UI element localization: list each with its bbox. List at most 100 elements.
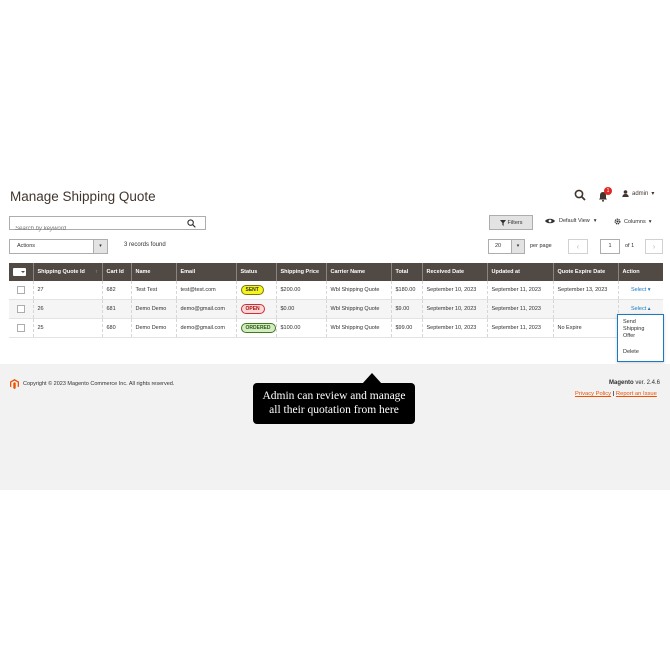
funnel-icon (499, 219, 506, 226)
cell-total: $99.00 (390, 318, 422, 338)
cell-status: SENT (235, 281, 276, 300)
status-badge: ORDERED (240, 323, 276, 333)
per-page-select[interactable]: 20 ▾ (488, 239, 525, 254)
col-status[interactable]: Status (235, 263, 276, 281)
cell-status: ORDERED (235, 318, 276, 338)
col-name[interactable]: Name (130, 263, 176, 281)
row-checkbox-cell[interactable] (9, 281, 33, 300)
row-checkbox[interactable] (17, 305, 25, 313)
row-checkbox[interactable] (17, 286, 25, 294)
col-received-date[interactable]: Received Date (421, 263, 487, 281)
cell-action: Select ▾ (617, 281, 663, 300)
cell-email: demo@gmail.com (175, 318, 236, 338)
previous-page-button[interactable]: ‹ (568, 239, 588, 254)
page-number-input[interactable]: 1 (600, 239, 620, 254)
footer-links: Privacy Policy | Report an Issue (575, 391, 657, 397)
row-checkbox-cell[interactable] (9, 299, 33, 319)
row-action-select[interactable]: Select ▴ (631, 306, 651, 312)
gear-icon (614, 218, 621, 225)
cell-received: September 10, 2023 (421, 281, 487, 300)
cell-updated: September 11, 2023 (486, 281, 553, 300)
cell-carrier: Wbl Shipping Quote (325, 299, 391, 319)
version-info: Magento ver. 2.4.6 (609, 380, 660, 386)
version-text: ver. 2.4.6 (633, 380, 661, 386)
filters-label: Filters (507, 219, 523, 226)
cell-received: September 10, 2023 (421, 299, 487, 319)
col-shipping-price[interactable]: Shipping Price (275, 263, 326, 281)
next-page-button[interactable]: › (645, 239, 663, 254)
cell-cart-id: 682 (101, 281, 131, 300)
cell-total: $9.00 (390, 299, 422, 319)
page-total: of 1 (625, 243, 635, 249)
default-view-dropdown[interactable]: Default View ▾ (545, 218, 597, 224)
cell-cart-id: 680 (101, 318, 131, 338)
search-icon[interactable] (574, 189, 586, 201)
cell-updated: September 11, 2023 (486, 299, 553, 319)
row-action-select[interactable]: Select ▾ (631, 287, 651, 293)
brand-name: Magento (609, 380, 634, 386)
keyword-search[interactable] (9, 216, 206, 235)
cell-email: test@test.com (175, 281, 236, 300)
col-action: Action (617, 263, 663, 281)
callout-box: Admin can review and manage all their qu… (253, 383, 415, 424)
menu-item-label: Send (623, 319, 636, 325)
search-input[interactable] (10, 223, 175, 235)
shipping-quote-grid: Shipping Quote Id ↑ Cart Id Name Email St… (9, 263, 663, 338)
sort-asc-icon: ↑ (95, 269, 98, 275)
status-badge: SENT (240, 285, 264, 295)
cell-expire: No Expire (552, 318, 618, 338)
report-issue-link[interactable]: Report an Issue (616, 391, 657, 397)
cell-quote-id: 27 (32, 281, 102, 300)
col-carrier-name[interactable]: Carrier Name (325, 263, 391, 281)
magento-logo-icon (10, 379, 19, 389)
cell-expire (552, 299, 618, 319)
menu-item-label: Offer (623, 333, 636, 339)
per-page-value: 20 (495, 243, 502, 249)
col-email[interactable]: Email (175, 263, 236, 281)
copyright-text: Copyright © 2023 Magento Commerce Inc. A… (23, 381, 175, 387)
col-total[interactable]: Total (390, 263, 422, 281)
notifications-bell[interactable]: 1 (598, 187, 612, 202)
row-checkbox[interactable] (17, 324, 25, 332)
cell-received: September 10, 2023 (421, 318, 487, 338)
table-row: 25 680 Demo Demo demo@gmail.com ORDERED … (9, 318, 663, 338)
col-updated-at[interactable]: Updated at (486, 263, 553, 281)
user-menu[interactable]: admin ▾ (622, 190, 654, 197)
col-shipping-quote-id[interactable]: Shipping Quote Id ↑ (32, 263, 102, 281)
view-label: Default View (559, 218, 590, 224)
cell-status: OPEN (235, 299, 276, 319)
menu-item-delete[interactable]: Delete (618, 349, 663, 356)
callout-line: all their quotation from here (269, 404, 399, 416)
mass-actions-select[interactable]: Actions ▾ (9, 239, 108, 254)
select-all-checkbox[interactable] (9, 263, 33, 281)
row-action-menu: Send Shipping Offer Delete (617, 314, 664, 362)
filters-button[interactable]: Filters (489, 215, 533, 230)
columns-dropdown[interactable]: Columns ▾ (614, 218, 651, 225)
chevron-down-icon: ▾ (651, 191, 655, 197)
cell-name: Demo Demo (130, 318, 176, 338)
cell-name: Demo Demo (130, 299, 176, 319)
cell-quote-id: 26 (32, 299, 102, 319)
privacy-policy-link[interactable]: Privacy Policy (575, 391, 611, 397)
col-quote-expire-date[interactable]: Quote Expire Date (552, 263, 618, 281)
callout-line: Admin can review and manage (262, 390, 406, 402)
eye-icon (545, 218, 555, 224)
columns-label: Columns (624, 218, 646, 225)
cell-updated: September 11, 2023 (486, 318, 553, 338)
chevron-down-icon[interactable]: ▾ (93, 240, 107, 253)
cell-cart-id: 681 (101, 299, 131, 319)
cell-carrier: Wbl Shipping Quote (325, 318, 391, 338)
chevron-down-icon[interactable]: ▾ (511, 240, 524, 253)
menu-item-send-shipping-offer[interactable]: Send Shipping Offer (618, 315, 663, 340)
cell-expire: September 13, 2023 (552, 281, 618, 300)
mass-select-icon[interactable] (13, 268, 26, 276)
cell-total: $180.00 (390, 281, 422, 300)
col-cart-id[interactable]: Cart Id (101, 263, 131, 281)
chevron-down-icon: ▾ (648, 218, 652, 225)
row-checkbox-cell[interactable] (9, 318, 33, 338)
chevron-down-icon: ▾ (593, 218, 597, 224)
cell-price: $200.00 (275, 281, 326, 300)
per-page-label: per page (530, 243, 552, 249)
search-icon[interactable] (187, 219, 196, 228)
cell-email: demo@gmail.com (175, 299, 236, 319)
